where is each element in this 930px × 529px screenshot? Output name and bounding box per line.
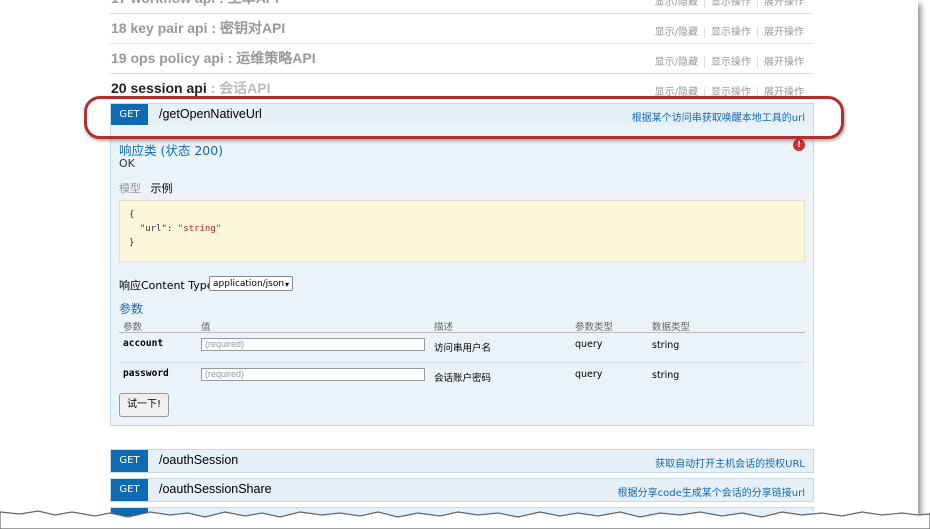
torn-edge xyxy=(0,510,930,529)
account-input[interactable]: (required) xyxy=(201,338,425,351)
api-group-20[interactable]: 20 session api : 会话API 显示/隐藏 显示操作 展开操作 xyxy=(110,74,812,103)
operation-path[interactable]: /oauthSession xyxy=(159,453,238,467)
param-data-type: string xyxy=(652,340,680,351)
toggle-visibility-link[interactable]: 显示/隐藏 xyxy=(648,27,705,38)
param-header-value: 值 xyxy=(201,322,211,333)
toggle-visibility-link[interactable]: 显示/隐藏 xyxy=(648,57,705,68)
operation-path[interactable]: /oauthSessionShare xyxy=(159,482,272,496)
api-group-links: 显示/隐藏 显示操作 展开操作 xyxy=(648,0,804,8)
model-tabs: 模型 示例 xyxy=(119,180,173,196)
param-name-account: account xyxy=(123,338,164,349)
param-description: 访问串用户名 xyxy=(434,343,492,354)
parameters-title: 参数 xyxy=(119,302,144,316)
expand-operations-link[interactable]: 展开操作 xyxy=(758,87,804,98)
expand-operations-link[interactable]: 展开操作 xyxy=(758,57,804,68)
api-group-19[interactable]: 19 ops policy api : 运维策略API 显示/隐藏 显示操作 展开操… xyxy=(110,44,812,74)
response-sample: { "url": "string" } xyxy=(119,200,805,262)
sample-line: { xyxy=(129,210,135,220)
show-operations-link[interactable]: 显示操作 xyxy=(705,57,758,68)
http-method-badge[interactable]: GET xyxy=(111,450,148,472)
table-header-divider xyxy=(119,332,805,333)
sample-key: "url": xyxy=(129,224,178,234)
api-group-description: 会话API xyxy=(219,80,271,96)
tab-example[interactable]: 示例 xyxy=(151,182,173,195)
show-operations-link[interactable]: 显示操作 xyxy=(705,87,758,98)
toggle-visibility-link[interactable]: 显示/隐藏 xyxy=(648,0,705,8)
param-header-name: 参数 xyxy=(123,322,143,333)
select-value: application/json xyxy=(213,279,285,289)
sample-line: } xyxy=(129,238,135,248)
param-data-type: string xyxy=(652,370,680,381)
exclamation-circle-icon[interactable]: ! xyxy=(793,139,805,151)
api-group-17[interactable]: 17 workflow api : 工单API 显示/隐藏显示操作展开操作 xyxy=(110,0,812,14)
param-header-data-type: 数据类型 xyxy=(652,322,691,333)
password-input[interactable]: (required) xyxy=(201,368,425,381)
show-operations-link[interactable]: 显示操作 xyxy=(705,27,758,38)
response-content-type-label: 响应Content Type xyxy=(119,279,214,292)
swagger-window: 17 workflow api : 工单API 显示/隐藏显示操作展开操作 18… xyxy=(0,0,918,516)
api-group-title[interactable]: 18 key pair api : 密钥对API xyxy=(111,18,285,38)
api-group-18[interactable]: 18 key pair api : 密钥对API 显示/隐藏 显示操作 展开操作 xyxy=(110,14,812,44)
param-type: query xyxy=(575,339,603,350)
operation-path[interactable]: /getOpenNativeUrl xyxy=(159,107,262,121)
operation-summary[interactable]: 获取自动打开主机会话的授权URL xyxy=(655,455,805,470)
param-description: 会话账户密码 xyxy=(434,373,492,384)
api-group-links: 显示/隐藏 显示操作 展开操作 xyxy=(648,23,804,38)
api-group-title[interactable]: 19 ops policy api : 运维策略API xyxy=(111,48,316,68)
operation-oauth-session-share[interactable]: GET /oauthSessionShare 根据分享code生成某个会话的分享… xyxy=(110,478,814,502)
api-group-separator: : xyxy=(206,80,220,96)
param-name-password: password xyxy=(123,368,169,379)
sample-line: "url": "string" xyxy=(129,224,221,234)
param-header-description: 描述 xyxy=(434,322,454,333)
toggle-visibility-link[interactable]: 显示/隐藏 xyxy=(648,87,705,98)
show-operations-link[interactable]: 显示操作 xyxy=(705,0,758,8)
operation-summary[interactable]: 根据某个访问串获取唤醒本地工具的url xyxy=(632,109,805,124)
tab-model[interactable]: 模型 xyxy=(119,182,141,195)
table-row-divider xyxy=(119,362,805,363)
expand-operations-link[interactable]: 展开操作 xyxy=(758,0,804,8)
response-status-text: OK xyxy=(119,157,135,170)
api-group-links: 显示/隐藏 显示操作 展开操作 xyxy=(648,53,804,68)
try-it-button[interactable]: 试一下! xyxy=(119,393,169,417)
operation-get-open-native-url[interactable]: GET /getOpenNativeUrl 根据某个访问串获取唤醒本地工具的ur… xyxy=(110,103,814,127)
response-content-type-select[interactable]: application/json ▾ xyxy=(209,276,293,291)
api-group-links: 显示/隐藏 显示操作 展开操作 xyxy=(648,83,804,98)
param-type: query xyxy=(575,369,603,380)
api-group-name: 20 session api xyxy=(111,80,207,96)
http-method-badge[interactable]: GET xyxy=(111,104,148,126)
api-group-title[interactable]: 20 session api : 会话API xyxy=(111,78,271,98)
sample-string-value: "string" xyxy=(177,224,222,234)
operation-content: 响应类 (状态 200) ! OK 模型 示例 { "url": "string… xyxy=(110,125,814,426)
http-method-badge[interactable]: GET xyxy=(111,479,148,501)
chevron-down-icon: ▾ xyxy=(284,280,289,289)
operation-oauth-session[interactable]: GET /oauthSession 获取自动打开主机会话的授权URL xyxy=(110,449,814,473)
api-group-title[interactable]: 17 workflow api : 工单API xyxy=(111,0,279,8)
operation-summary[interactable]: 根据分享code生成某个会话的分享链接url xyxy=(618,484,805,499)
expand-operations-link[interactable]: 展开操作 xyxy=(758,27,804,38)
param-header-param-type: 参数类型 xyxy=(575,322,614,333)
